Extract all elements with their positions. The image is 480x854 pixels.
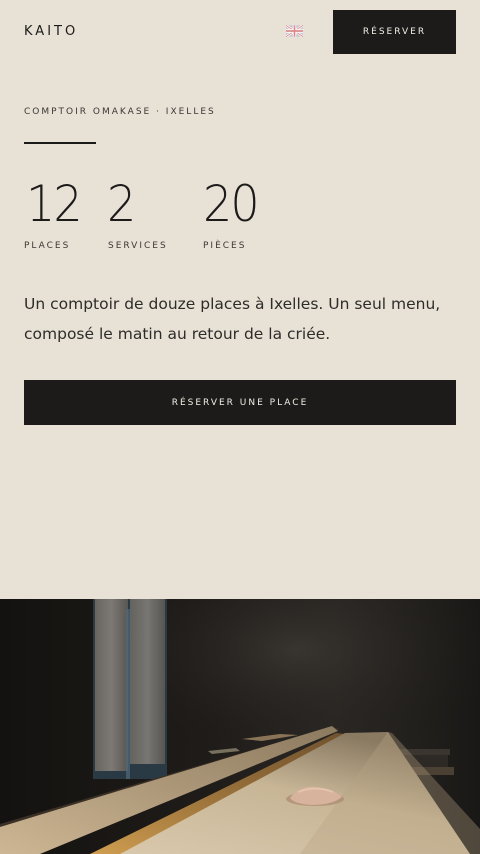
stat-label-services: SERVICES	[108, 241, 168, 251]
eyebrow-label: COMPTOIR OMAKASE · IXELLES	[24, 107, 216, 117]
stat-label-places: PLACES	[24, 241, 71, 251]
counter-photo-illustration	[0, 599, 480, 854]
stat-value-places: 12	[26, 175, 83, 233]
reserve-button[interactable]: RÉSERVER	[333, 10, 456, 54]
stat-label-pieces: PIÈCES	[203, 241, 247, 251]
reserve-place-button[interactable]: RÉSERVER UNE PLACE	[24, 380, 456, 425]
site-header: KAITO RÉSERVER	[0, 0, 480, 64]
intro-text: Un comptoir de douze places à Ixelles. U…	[24, 295, 441, 343]
divider-rule	[24, 142, 96, 144]
sushi-counter-photo	[0, 599, 480, 854]
stat-value-services: 2	[107, 175, 136, 233]
logo[interactable]: KAITO	[24, 24, 78, 40]
uk-flag-icon[interactable]	[286, 25, 303, 37]
stat-value-pieces: 20	[203, 175, 260, 233]
